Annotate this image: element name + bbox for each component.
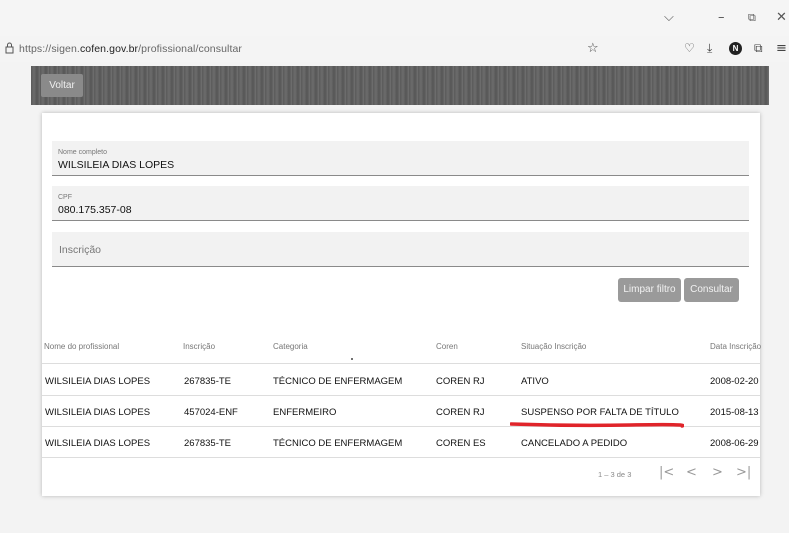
name-field-value: WILSILEIA DIAS LOPES — [58, 159, 175, 171]
header-divider — [42, 363, 760, 364]
cell-data: 2015-08-13 — [710, 407, 759, 418]
profile-icon[interactable]: N — [729, 42, 742, 55]
stray-dot — [351, 358, 353, 360]
extensions-icon[interactable]: ⧉ — [754, 41, 763, 56]
search-button[interactable]: Consultar — [684, 278, 739, 302]
column-header-name[interactable]: Nome do profissional — [44, 342, 119, 351]
clear-filter-button[interactable]: Limpar filtro — [618, 278, 681, 302]
cell-situacao: ATIVO — [521, 376, 549, 387]
last-page-icon[interactable]: >| — [736, 465, 751, 480]
pagination-range: 1 – 3 de 3 — [598, 470, 632, 479]
inscricao-field-placeholder: Inscrição — [59, 244, 102, 256]
cpf-field-label: CPF — [58, 194, 72, 201]
table-row[interactable]: WILSILEIA DIAS LOPES 267835-TE TÉCNICO D… — [42, 365, 760, 396]
search-card: Nome completo WILSILEIA DIAS LOPES CPF 0… — [42, 113, 761, 496]
cpf-field[interactable]: CPF 080.175.357-08 — [52, 186, 749, 221]
pocket-icon[interactable]: ♡ — [684, 41, 695, 55]
inscricao-field[interactable]: Inscrição — [52, 232, 749, 267]
name-field-label: Nome completo — [58, 149, 108, 156]
chevron-down-icon[interactable]: ⌵ — [664, 10, 674, 25]
cell-inscricao: 267835-TE — [184, 438, 232, 449]
cell-categoria: ENFERMEIRO — [273, 407, 337, 418]
url-text[interactable]: https://sigen.cofen.gov.br/profissional/… — [19, 43, 242, 55]
cell-inscricao: 267835-TE — [184, 376, 232, 387]
cell-categoria: TÉCNICO DE ENFERMAGEM — [273, 376, 403, 387]
column-header-data[interactable]: Data Inscrição — [710, 342, 761, 351]
address-bar[interactable]: https://sigen.cofen.gov.br/profissional/… — [0, 36, 789, 62]
cell-name: WILSILEIA DIAS LOPES — [45, 438, 151, 449]
cell-name: WILSILEIA DIAS LOPES — [45, 407, 151, 418]
column-header-situacao[interactable]: Situação Inscrição — [521, 342, 586, 351]
previous-page-icon[interactable]: < — [686, 465, 697, 480]
page-header: Voltar — [31, 66, 769, 105]
minimize-icon[interactable]: – — [718, 10, 725, 25]
next-page-icon[interactable]: > — [712, 465, 723, 480]
column-header-inscricao[interactable]: Inscrição — [183, 342, 215, 351]
cell-categoria: TÉCNICO DE ENFERMAGEM — [273, 438, 403, 449]
menu-icon[interactable]: ≡ — [776, 41, 787, 56]
cell-data: 2008-06-29 — [710, 438, 759, 449]
back-button[interactable]: Voltar — [41, 74, 83, 97]
column-header-coren[interactable]: Coren — [436, 342, 458, 351]
first-page-icon[interactable]: |< — [659, 465, 674, 480]
cell-coren: COREN ES — [436, 438, 486, 449]
cell-inscricao: 457024-ENF — [184, 407, 238, 418]
browser-titlebar: ⌵ – ⧉ ✕ — [0, 0, 789, 36]
download-icon[interactable]: ⤓ — [707, 41, 712, 56]
cpf-field-value: 080.175.357-08 — [58, 204, 132, 216]
name-field[interactable]: Nome completo WILSILEIA DIAS LOPES — [52, 141, 749, 176]
cell-name: WILSILEIA DIAS LOPES — [45, 376, 151, 387]
table-row[interactable]: WILSILEIA DIAS LOPES 267835-TE TÉCNICO D… — [42, 427, 760, 458]
close-icon[interactable]: ✕ — [776, 10, 787, 25]
star-icon[interactable]: ☆ — [587, 41, 599, 56]
cell-situacao: CANCELADO A PEDIDO — [521, 438, 628, 449]
cell-situacao: SUSPENSO POR FALTA DE TÍTULO — [521, 407, 679, 418]
cell-coren: COREN RJ — [436, 407, 485, 418]
restore-icon[interactable]: ⧉ — [748, 11, 756, 25]
lock-icon — [5, 42, 14, 54]
column-header-categoria[interactable]: Categoria — [273, 342, 308, 351]
cell-coren: COREN RJ — [436, 376, 485, 387]
cell-data: 2008-02-20 — [710, 376, 759, 387]
